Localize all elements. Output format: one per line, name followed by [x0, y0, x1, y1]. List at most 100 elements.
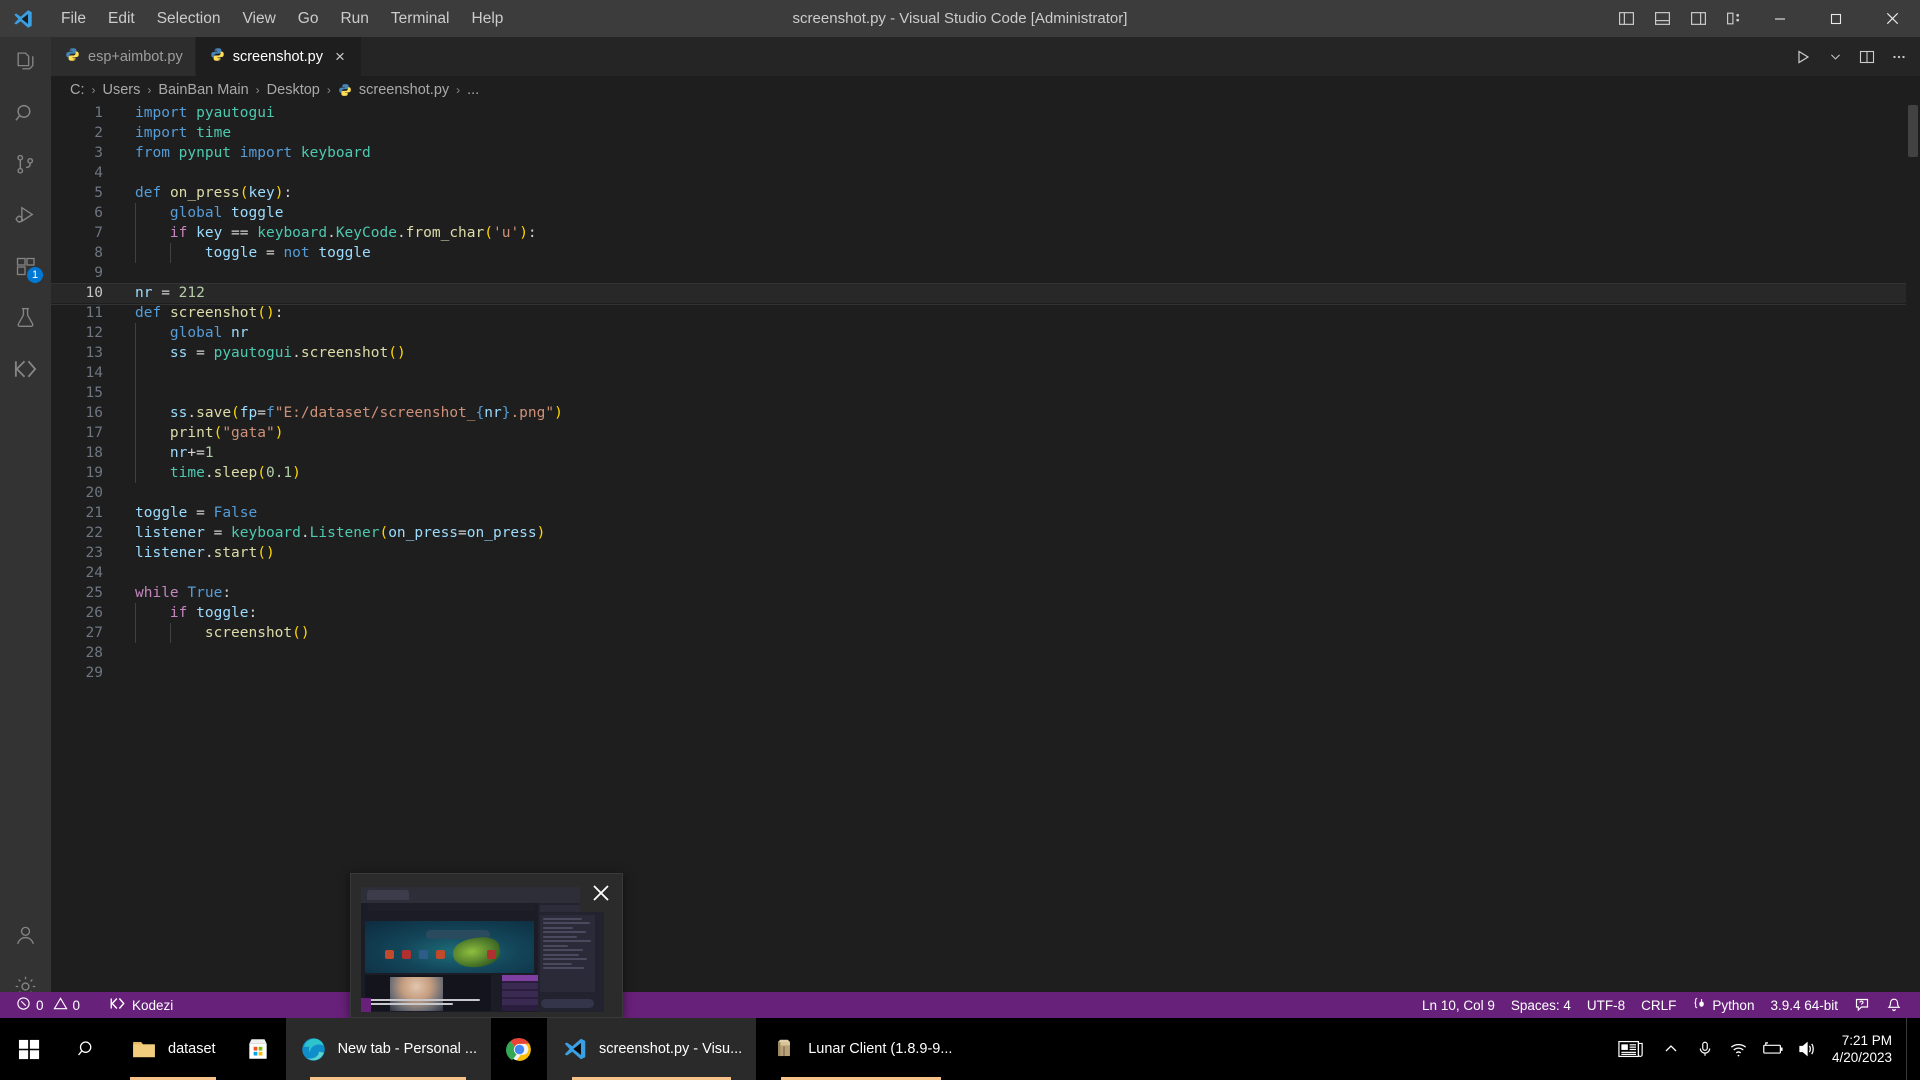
breadcrumb-segment-user[interactable]: BainBan Main: [156, 82, 250, 98]
code-line[interactable]: 24: [51, 563, 1920, 583]
chevron-up-icon[interactable]: [1654, 1018, 1688, 1080]
run-python-file-icon[interactable]: [1788, 42, 1818, 72]
scrollbar-thumb[interactable]: [1908, 105, 1918, 157]
code-line[interactable]: 22 listener = keyboard.Listener(on_press=…: [51, 523, 1920, 543]
code-line[interactable]: 9: [51, 263, 1920, 283]
code-line[interactable]: 16 ss.save(fp=f"E:/dataset/screenshot_{n…: [51, 403, 1920, 423]
code-line[interactable]: 25 while True:: [51, 583, 1920, 603]
code-editor[interactable]: 1 import pyautogui 2 import time 3 from pynpu…: [51, 103, 1920, 1018]
status-notifications[interactable]: [1878, 992, 1910, 1018]
code-line[interactable]: 21 toggle = False: [51, 503, 1920, 523]
taskbar-app-vscode[interactable]: screenshot.py - Visu...: [547, 1018, 757, 1080]
status-problems[interactable]: 0 0: [8, 992, 88, 1018]
breadcrumb-segment-users[interactable]: Users: [101, 82, 143, 98]
toggle-primary-sidebar-icon[interactable]: [1608, 0, 1644, 37]
sidebar-item-explorer[interactable]: [0, 37, 51, 88]
code-line[interactable]: 4: [51, 163, 1920, 183]
indent-guide: [135, 403, 136, 423]
breadcrumb-segment-drive[interactable]: C:: [68, 82, 87, 98]
code-line[interactable]: 23 listener.start(): [51, 543, 1920, 563]
menu-view[interactable]: View: [231, 0, 286, 37]
tab-esp-aimbot[interactable]: esp+aimbot.py: [51, 37, 196, 76]
chevron-down-icon[interactable]: [1820, 42, 1850, 72]
status-kodezi[interactable]: Kodezi: [100, 992, 181, 1018]
menu-help[interactable]: Help: [461, 0, 515, 37]
sidebar-item-search[interactable]: [0, 88, 51, 139]
sidebar-item-extensions[interactable]: 1: [0, 241, 51, 292]
toggle-secondary-sidebar-icon[interactable]: [1680, 0, 1716, 37]
customize-layout-icon[interactable]: [1716, 0, 1752, 37]
code-line[interactable]: 8 toggle = not toggle: [51, 243, 1920, 263]
status-language-mode[interactable]: Python: [1684, 992, 1762, 1018]
menu-go[interactable]: Go: [287, 0, 330, 37]
status-encoding[interactable]: UTF-8: [1579, 992, 1633, 1018]
menu-terminal[interactable]: Terminal: [380, 0, 461, 37]
wifi-icon[interactable]: [1722, 1018, 1756, 1080]
code-line[interactable]: 17 print("gata"): [51, 423, 1920, 443]
taskbar-app-lunar-client[interactable]: Lunar Client (1.8.9-9...: [756, 1018, 966, 1080]
taskbar-app-store[interactable]: [230, 1018, 286, 1080]
microphone-icon[interactable]: [1688, 1018, 1722, 1080]
microsoft-store-icon: [244, 1035, 272, 1063]
breadcrumb-segment-file[interactable]: screenshot.py: [357, 82, 451, 98]
code-line[interactable]: 13 ss = pyautogui.screenshot(): [51, 343, 1920, 363]
code-line[interactable]: 11 def screenshot():: [51, 303, 1920, 323]
code-line[interactable]: 5 def on_press(key):: [51, 183, 1920, 203]
code-line[interactable]: 26 if toggle:: [51, 603, 1920, 623]
taskbar-app-dataset[interactable]: dataset: [116, 1018, 230, 1080]
taskbar-search-icon[interactable]: [58, 1018, 116, 1080]
tab-screenshot[interactable]: screenshot.py ×: [195, 37, 362, 76]
sidebar-item-source-control[interactable]: [0, 139, 51, 190]
code-line[interactable]: 20: [51, 483, 1920, 503]
breadcrumb-segment-desktop[interactable]: Desktop: [265, 82, 322, 98]
code-line[interactable]: 29: [51, 663, 1920, 683]
close-icon[interactable]: ×: [331, 48, 349, 66]
taskbar-clock[interactable]: 7:21 PM 4/20/2023: [1824, 1018, 1906, 1080]
maximize-button[interactable]: [1808, 0, 1864, 37]
sidebar-item-testing[interactable]: [0, 292, 51, 343]
speaker-icon[interactable]: [1790, 1018, 1824, 1080]
code-line[interactable]: 6 global toggle: [51, 203, 1920, 223]
split-editor-icon[interactable]: [1852, 42, 1882, 72]
code-line[interactable]: 14: [51, 363, 1920, 383]
line-number: 11: [85, 305, 103, 321]
menu-selection[interactable]: Selection: [146, 0, 232, 37]
breadcrumb-segment-symbols[interactable]: ...: [465, 82, 481, 98]
status-feedback[interactable]: [1846, 992, 1878, 1018]
code-line[interactable]: 12 global nr: [51, 323, 1920, 343]
menu-edit[interactable]: Edit: [97, 0, 146, 37]
accounts-icon[interactable]: [0, 910, 51, 961]
taskbar-app-chrome[interactable]: [491, 1018, 547, 1080]
toggle-panel-icon[interactable]: [1644, 0, 1680, 37]
menu-file[interactable]: File: [50, 0, 97, 37]
status-eol[interactable]: CRLF: [1633, 992, 1684, 1018]
code-line[interactable]: 3 from pynput import keyboard: [51, 143, 1920, 163]
code-line[interactable]: 19 time.sleep(0.1): [51, 463, 1920, 483]
status-cursor-position[interactable]: Ln 10, Col 9: [1414, 992, 1503, 1018]
taskbar-app-edge[interactable]: New tab - Personal ...: [285, 1018, 491, 1080]
code-line[interactable]: 1 import pyautogui: [51, 103, 1920, 123]
code-line[interactable]: 18 nr+=1: [51, 443, 1920, 463]
editor-scrollbar[interactable]: [1906, 103, 1920, 1018]
code-line[interactable]: 28: [51, 643, 1920, 663]
news-icon[interactable]: [1608, 1018, 1654, 1080]
close-button[interactable]: [1864, 0, 1920, 37]
minimize-button[interactable]: [1752, 0, 1808, 37]
show-desktop-button[interactable]: [1906, 1018, 1914, 1080]
menu-run[interactable]: Run: [329, 0, 379, 37]
status-indentation[interactable]: Spaces: 4: [1503, 992, 1579, 1018]
windows-start-icon[interactable]: [0, 1018, 58, 1080]
code-line[interactable]: 7 if key == keyboard.KeyCode.from_char('…: [51, 223, 1920, 243]
sidebar-item-run-and-debug[interactable]: [0, 190, 51, 241]
close-icon[interactable]: [580, 874, 622, 912]
taskbar-thumbnail-preview[interactable]: [350, 873, 623, 1018]
sidebar-item-kodezi[interactable]: [0, 343, 51, 394]
status-interpreter[interactable]: 3.9.4 64-bit: [1762, 992, 1846, 1018]
status-bar-left: 0 0 Kodezi: [0, 992, 181, 1018]
code-line[interactable]: 10 nr = 212: [51, 283, 1920, 305]
code-line[interactable]: 15: [51, 383, 1920, 403]
battery-icon[interactable]: [1756, 1018, 1790, 1080]
code-line[interactable]: 27 screenshot(): [51, 623, 1920, 643]
more-actions-icon[interactable]: [1884, 42, 1914, 72]
code-line[interactable]: 2 import time: [51, 123, 1920, 143]
